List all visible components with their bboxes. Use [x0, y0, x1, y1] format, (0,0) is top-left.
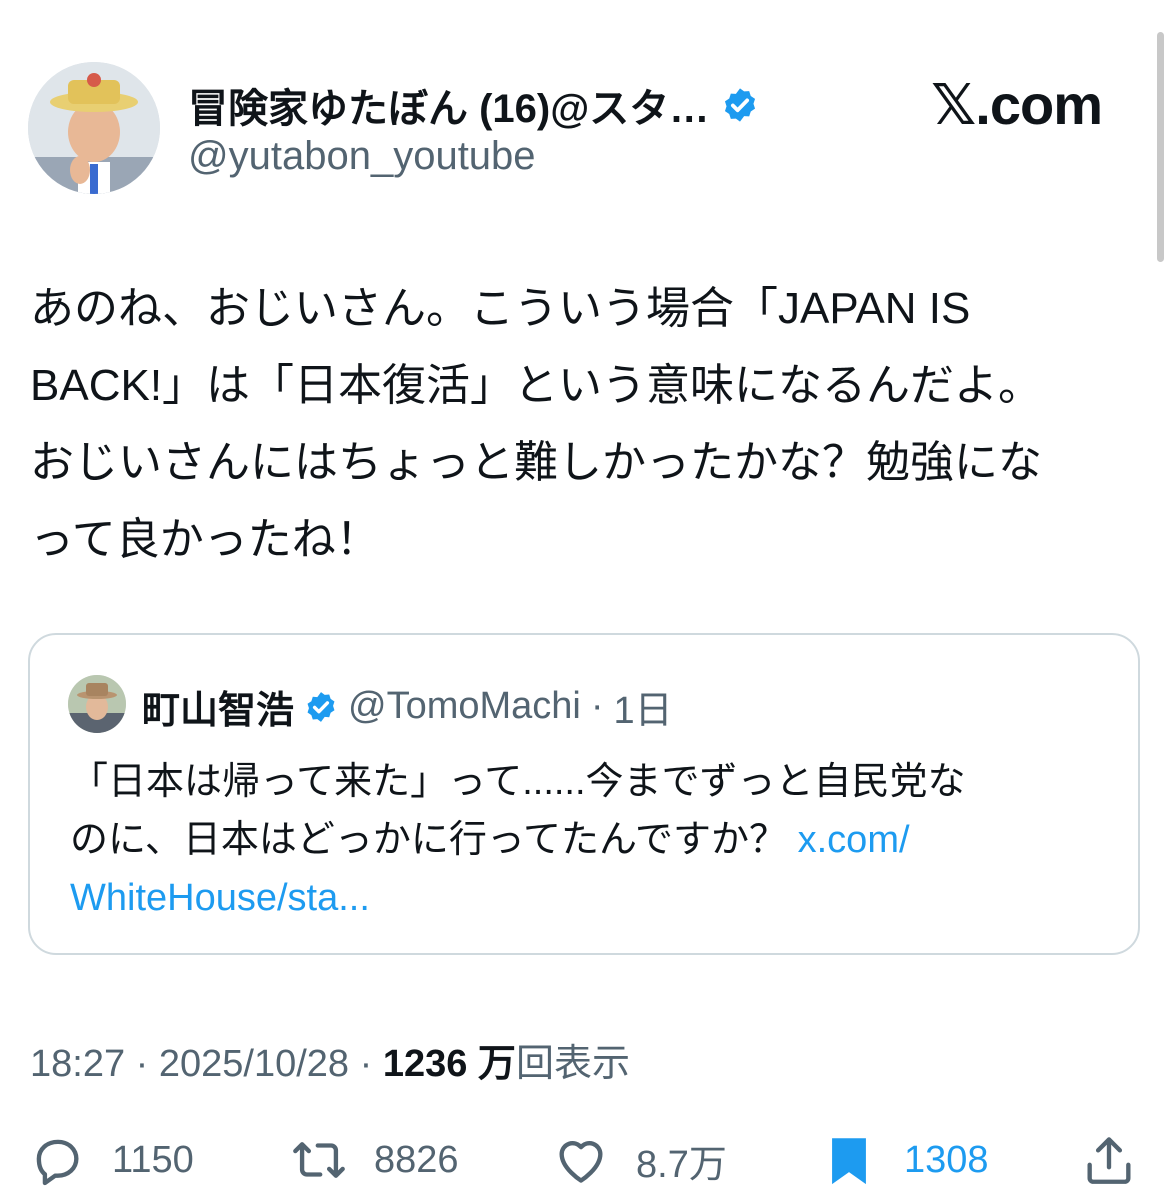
reply-button[interactable]: 1150: [28, 1125, 194, 1195]
quoted-time[interactable]: 1日: [614, 679, 673, 734]
site-logo: 𝕏.com: [931, 73, 1103, 136]
separator-dot: ·: [590, 685, 604, 727]
views-count: 1236 万: [382, 1043, 516, 1085]
author-avatar[interactable]: [28, 62, 160, 194]
quoted-author-name[interactable]: 町山智浩: [142, 679, 294, 734]
tweet-meta: 18:27 · 2025/10/28 · 1236 万回表示: [30, 1032, 630, 1087]
like-count: 8.7万: [636, 1143, 727, 1186]
share-button[interactable]: [1080, 1125, 1138, 1195]
action-bar: 1150 8826 8.7万 1308: [0, 1125, 1170, 1195]
quoted-tweet-card[interactable]: 町山智浩 @TomoMachi · 1日 「日本は帰って来た」って......今…: [28, 633, 1140, 955]
author-handle[interactable]: @yutabon_youtube: [188, 134, 536, 179]
verified-badge-icon: [721, 86, 759, 124]
reply-icon: [36, 1139, 79, 1186]
repost-icon: [293, 1142, 345, 1178]
repost-button[interactable]: 8826: [290, 1125, 459, 1195]
quoted-author-handle[interactable]: @TomoMachi: [348, 685, 581, 728]
tweet-time[interactable]: 18:27: [30, 1043, 125, 1085]
share-icon: [1087, 1137, 1131, 1184]
bookmark-button[interactable]: 1308: [820, 1125, 989, 1195]
separator-dot: ·: [359, 1043, 373, 1085]
quoted-text: 「日本は帰って来た」って......今までずっと自民党な のに、日本はどっかに行…: [70, 753, 1090, 927]
author-name[interactable]: 冒険家ゆたぼん (16)@スタ…: [188, 76, 709, 134]
bookmark-count: 1308: [904, 1138, 989, 1181]
tweet-date[interactable]: 2025/10/28: [159, 1043, 349, 1085]
reply-count: 1150: [112, 1138, 194, 1181]
views-label: 回表示: [515, 1043, 630, 1085]
quoted-author-avatar[interactable]: [68, 675, 126, 733]
repost-count: 8826: [374, 1138, 459, 1181]
separator-dot: ·: [135, 1043, 149, 1085]
tweet-text: あのね、おじいさん。こういう場合「JAPAN IS BACK!」は「日本復活」と…: [30, 284, 1043, 564]
author-name-row[interactable]: 冒険家ゆたぼん (16)@スタ…: [188, 76, 759, 134]
like-icon: [559, 1141, 603, 1183]
scrollbar[interactable]: [1157, 32, 1164, 262]
quoted-header: 町山智浩 @TomoMachi · 1日: [142, 679, 673, 734]
like-button[interactable]: 8.7万: [552, 1125, 727, 1195]
verified-badge-icon: [304, 690, 338, 724]
bookmark-icon: [832, 1138, 866, 1185]
